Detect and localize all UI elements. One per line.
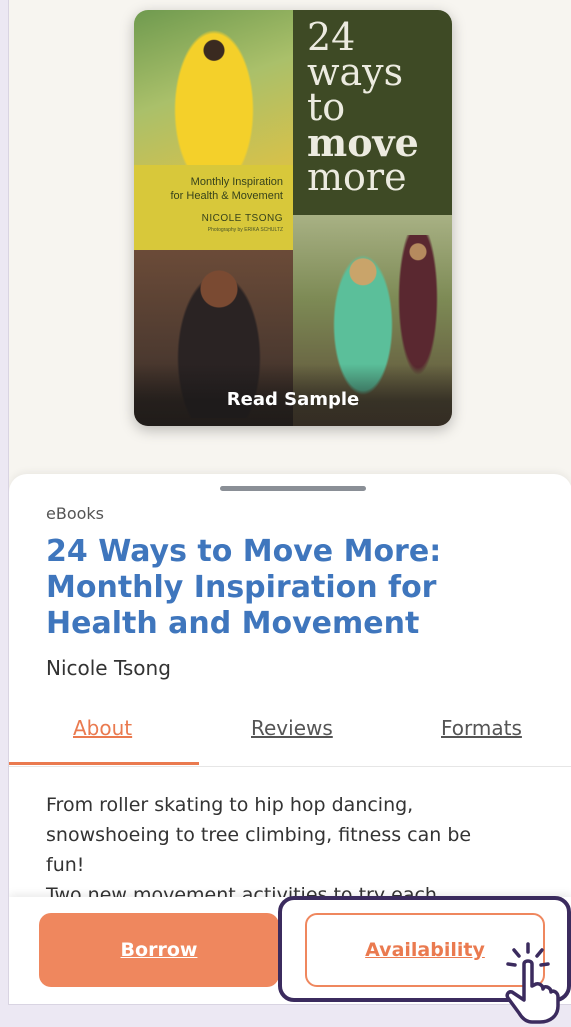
cover-subtitle-line1: Monthly Inspiration: [190, 176, 283, 188]
read-sample-button[interactable]: Read Sample: [134, 364, 452, 426]
detail-tabs: About Reviews Formats: [9, 710, 571, 767]
tab-reviews[interactable]: Reviews: [251, 716, 333, 740]
cover-title-line5: more: [307, 155, 407, 199]
tab-about[interactable]: About: [73, 716, 132, 740]
cover-author: NICOLE TSONG: [201, 213, 283, 224]
cover-title-panel: 24 ways to move more: [293, 10, 452, 215]
description-line2: snowshoeing to tree climbing, fitness ca…: [46, 824, 472, 846]
cover-figure-hiker-2: [398, 235, 438, 375]
tap-hand-icon: [505, 942, 560, 1024]
cover-figure: [174, 30, 254, 175]
description-line3: fun!: [46, 854, 85, 876]
book-title-line3: Health and Movement: [46, 606, 420, 641]
drag-handle[interactable]: [220, 486, 366, 491]
cover-photo-credit: Photography by ERIKA SCHULTZ: [207, 227, 283, 233]
book-cover[interactable]: Monthly Inspiration for Health & Movemen…: [134, 10, 452, 426]
book-title-line1: 24 Ways to Move More:: [46, 534, 442, 569]
book-description: From roller skating to hip hop dancing, …: [46, 790, 526, 910]
book-author[interactable]: Nicole Tsong: [46, 656, 171, 680]
cover-subtitle-line2: for Health & Movement: [170, 190, 284, 202]
book-title: 24 Ways to Move More: Monthly Inspiratio…: [46, 534, 546, 642]
cover-photo-top-left: Monthly Inspiration for Health & Movemen…: [134, 10, 293, 250]
cover-title: 24 ways to move more: [307, 18, 419, 199]
active-tab-indicator: [9, 762, 199, 765]
borrow-button[interactable]: Borrow: [39, 913, 279, 987]
app-screen: Monthly Inspiration for Health & Movemen…: [8, 0, 571, 1005]
cover-subtitle-block: Monthly Inspiration for Health & Movemen…: [134, 165, 293, 250]
description-line1: From roller skating to hip hop dancing,: [46, 794, 414, 816]
format-category: eBooks: [46, 504, 104, 523]
tab-formats[interactable]: Formats: [441, 716, 522, 740]
book-title-line2: Monthly Inspiration for: [46, 570, 437, 605]
